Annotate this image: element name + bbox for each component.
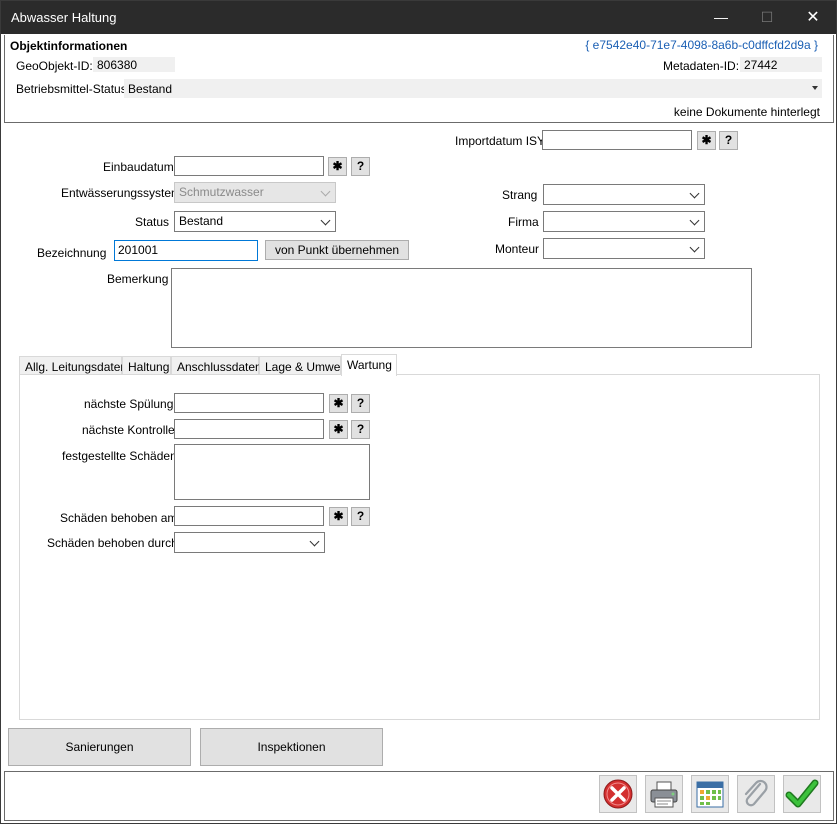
metadaten-id-label: Metadaten-ID: <box>663 59 740 73</box>
monteur-label: Monteur <box>495 242 540 256</box>
von-punkt-uebernehmen-button[interactable]: von Punkt übernehmen <box>265 240 409 260</box>
window-title: Abwasser Haltung <box>11 10 117 25</box>
firma-label: Firma <box>508 215 539 229</box>
status-label: Status <box>135 215 170 229</box>
strang-select[interactable] <box>543 184 705 205</box>
strang-label: Strang <box>502 188 538 202</box>
chevron-down-icon <box>320 215 331 226</box>
betriebsmittel-status-select[interactable]: Bestand <box>124 79 822 98</box>
status-select[interactable]: Bestand <box>174 211 336 232</box>
status-value: Bestand <box>179 214 224 228</box>
naechste-kontrolle-label: nächste Kontrolle <box>82 423 175 437</box>
einbaudatum-input[interactable] <box>174 156 324 176</box>
maximize-button[interactable]: ☐ <box>744 1 790 34</box>
cancel-button[interactable] <box>599 775 637 813</box>
dropdown-arrow-icon <box>812 86 818 90</box>
importdatum-set-button[interactable]: ✱ <box>697 131 716 150</box>
title-bar: Abwasser Haltung — ☐ ✕ <box>1 1 836 34</box>
schaeden-behoben-am-help-button[interactable]: ? <box>351 507 370 526</box>
chevron-down-icon <box>689 188 700 199</box>
betriebsmittel-status-label: Betriebsmittel-Status: <box>16 82 131 96</box>
betriebsmittel-status-value: Bestand <box>128 82 173 96</box>
einbaudatum-set-button[interactable]: ✱ <box>328 157 347 176</box>
bemerkung-textarea[interactable] <box>171 268 752 348</box>
tab-lage-umwelt[interactable]: Lage & Umwelt <box>259 356 346 375</box>
wartung-panel: nächste Spülung ✱ ? nächste Kontrolle ✱ … <box>19 374 820 720</box>
tab-allg-leitungsdaten[interactable]: Allg. Leitungsdaten <box>19 356 127 375</box>
info-heading: Objektinformationen <box>10 39 128 53</box>
sanierungen-button[interactable]: Sanierungen <box>8 728 191 766</box>
cancel-icon <box>603 779 633 809</box>
naechste-spuelung-input[interactable] <box>174 393 324 413</box>
geoobjekt-id-field: 806380 <box>93 57 175 72</box>
schaeden-behoben-durch-label: Schäden behoben durch <box>47 536 178 550</box>
schaeden-behoben-durch-select[interactable] <box>174 532 325 553</box>
chevron-down-icon <box>309 536 320 547</box>
ok-button[interactable] <box>783 775 821 813</box>
monteur-select[interactable] <box>543 238 705 259</box>
chevron-down-icon <box>320 186 331 197</box>
tab-anschlussdaten[interactable]: Anschlussdaten <box>171 356 262 375</box>
importdatum-input[interactable] <box>542 130 692 150</box>
naechste-spuelung-label: nächste Spülung <box>84 397 174 411</box>
entwaesserungssystem-value: Schmutzwasser <box>179 185 264 199</box>
object-info-panel: Objektinformationen { e7542e40-71e7-4098… <box>4 35 834 123</box>
calendar-icon <box>696 781 724 808</box>
entwaesserungssystem-label: Entwässerungssystem <box>61 186 182 200</box>
geoobjekt-id-label: GeoObjekt-ID: <box>16 59 93 73</box>
dialog-window: Abwasser Haltung — ☐ ✕ Objektinformation… <box>0 0 837 824</box>
festgestellte-schaeden-textarea[interactable] <box>174 444 370 500</box>
einbaudatum-label: Einbaudatum <box>103 160 174 174</box>
ok-check-icon <box>785 779 819 808</box>
naechste-kontrolle-set-button[interactable]: ✱ <box>329 420 348 439</box>
importdatum-label: Importdatum ISY <box>455 134 546 148</box>
bezeichnung-input[interactable]: 201001 <box>114 240 258 261</box>
importdatum-help-button[interactable]: ? <box>719 131 738 150</box>
calendar-button[interactable] <box>691 775 729 813</box>
attach-icon <box>744 779 768 807</box>
chevron-down-icon <box>689 215 700 226</box>
geoobjekt-id-value: 806380 <box>97 58 138 72</box>
documents-status: keine Dokumente hinterlegt <box>673 105 820 119</box>
object-guid: { e7542e40-71e7-4098-8a6b-c0dffcfd2d9a } <box>585 38 818 52</box>
naechste-kontrolle-help-button[interactable]: ? <box>351 420 370 439</box>
firma-select[interactable] <box>543 211 705 232</box>
tab-wartung[interactable]: Wartung <box>341 354 397 376</box>
schaeden-behoben-am-input[interactable] <box>174 506 324 526</box>
metadaten-id-value: 27442 <box>744 58 778 72</box>
naechste-spuelung-help-button[interactable]: ? <box>351 394 370 413</box>
einbaudatum-help-button[interactable]: ? <box>351 157 370 176</box>
entwaesserungssystem-select: Schmutzwasser <box>174 182 336 203</box>
close-button[interactable]: ✕ <box>790 1 836 34</box>
festgestellte-schaeden-label: festgestellte Schäden <box>62 449 177 463</box>
naechste-spuelung-set-button[interactable]: ✱ <box>329 394 348 413</box>
minimize-button[interactable]: — <box>698 1 744 34</box>
chevron-down-icon <box>689 242 700 253</box>
schaeden-behoben-am-set-button[interactable]: ✱ <box>329 507 348 526</box>
attach-button[interactable] <box>737 775 775 813</box>
print-button[interactable] <box>645 775 683 813</box>
bezeichnung-label: Bezeichnung <box>37 246 107 260</box>
naechste-kontrolle-input[interactable] <box>174 419 324 439</box>
print-icon <box>650 781 678 808</box>
metadaten-id-field: 27442 <box>740 57 822 72</box>
bemerkung-label: Bemerkung <box>107 272 169 286</box>
schaeden-behoben-am-label: Schäden behoben am <box>60 511 178 525</box>
inspektionen-button[interactable]: Inspektionen <box>200 728 383 766</box>
tab-haltung[interactable]: Haltung <box>122 356 171 375</box>
